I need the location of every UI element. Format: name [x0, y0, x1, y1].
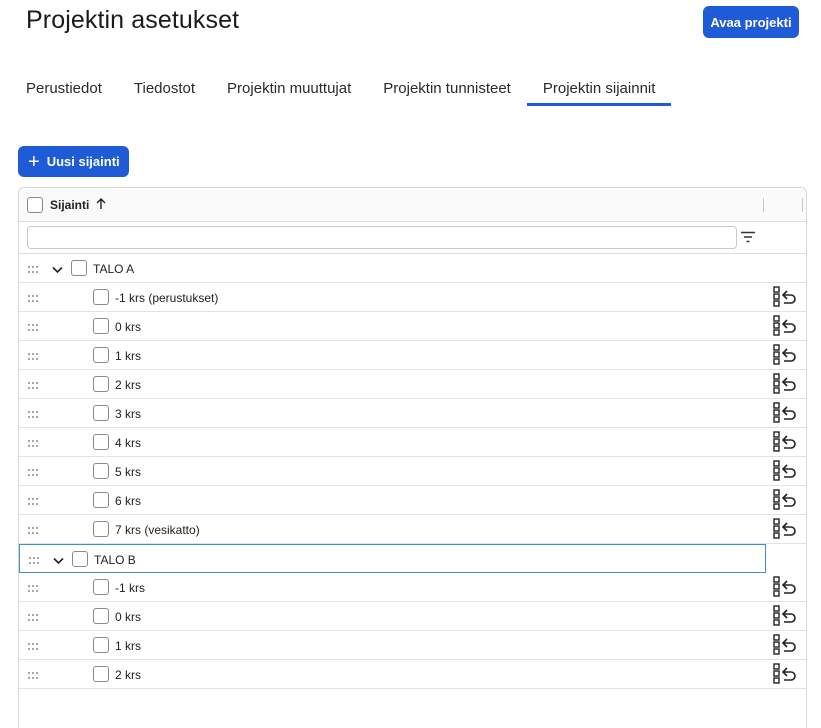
table-row[interactable]: 5 krs [19, 457, 806, 486]
tab-basic-info[interactable]: Perustiedot [10, 70, 118, 106]
drag-handle-icon[interactable] [28, 292, 40, 306]
move-location-icon[interactable] [773, 286, 797, 310]
chevron-down-icon[interactable] [52, 263, 63, 277]
move-location-icon[interactable] [773, 315, 797, 339]
move-location-icon[interactable] [773, 344, 797, 368]
location-name: TALO A [93, 262, 135, 276]
location-name: 7 krs (vesikatto) [115, 523, 200, 537]
row-checkbox[interactable] [93, 637, 109, 653]
drag-handle-icon[interactable] [28, 669, 40, 683]
drag-handle-icon[interactable] [28, 379, 40, 393]
move-location-icon[interactable] [773, 605, 797, 629]
arrow-up-icon[interactable] [95, 197, 107, 213]
location-name: 1 krs [115, 639, 142, 653]
table-row[interactable]: 3 krs [19, 399, 806, 428]
location-name: TALO B [94, 553, 136, 567]
table-row[interactable]: 4 krs [19, 428, 806, 457]
new-location-button[interactable]: + Uusi sijainti [18, 146, 129, 177]
tab-project-tags[interactable]: Projektin tunnisteet [367, 70, 527, 106]
location-name: -1 krs [115, 581, 145, 595]
column-header-location[interactable]: Sijainti [50, 198, 89, 212]
move-location-icon[interactable] [773, 373, 797, 397]
location-name: 4 krs [115, 436, 142, 450]
drag-handle-icon[interactable] [28, 611, 40, 625]
move-location-icon[interactable] [773, 518, 797, 542]
row-checkbox[interactable] [93, 376, 109, 392]
drag-handle-icon[interactable] [29, 554, 41, 568]
location-name: 2 krs [115, 378, 142, 392]
location-name: -1 krs (perustukset) [115, 291, 219, 305]
location-name: 0 krs [115, 320, 142, 334]
table-row[interactable]: 6 krs [19, 486, 806, 515]
group-row[interactable]: TALO A [19, 254, 806, 283]
row-checkbox[interactable] [93, 289, 109, 305]
table-row[interactable]: 7 krs (vesikatto) [19, 515, 806, 544]
move-location-icon[interactable] [773, 576, 797, 600]
move-location-icon[interactable] [773, 489, 797, 513]
location-name: 5 krs [115, 465, 142, 479]
drag-handle-icon[interactable] [28, 640, 40, 654]
row-checkbox[interactable] [71, 260, 87, 276]
row-checkbox[interactable] [93, 608, 109, 624]
column-resize-handle[interactable] [763, 198, 764, 212]
tab-project-locations[interactable]: Projektin sijainnit [526, 70, 672, 106]
grid-body: TALO A -1 krs (perustukset) 0 krs 1 krs … [19, 254, 806, 689]
drag-handle-icon[interactable] [28, 263, 40, 277]
row-checkbox[interactable] [93, 521, 109, 537]
row-checkbox[interactable] [93, 318, 109, 334]
location-filter-input[interactable] [27, 226, 737, 249]
row-checkbox[interactable] [72, 551, 88, 567]
group-row[interactable]: TALO B [19, 544, 766, 573]
move-location-icon[interactable] [773, 634, 797, 658]
grid-header: Sijainti [19, 188, 806, 222]
drag-handle-icon[interactable] [28, 582, 40, 596]
table-row[interactable]: 2 krs [19, 660, 806, 689]
filter-icon[interactable] [741, 230, 755, 248]
tab-files[interactable]: Tiedostot [118, 70, 211, 106]
filter-row [19, 222, 806, 254]
location-name: 0 krs [115, 610, 142, 624]
location-name: 2 krs [115, 668, 142, 682]
location-name: 6 krs [115, 494, 142, 508]
tab-project-variables[interactable]: Projektin muuttujat [211, 70, 367, 106]
row-checkbox[interactable] [93, 434, 109, 450]
drag-handle-icon[interactable] [28, 466, 40, 480]
row-checkbox[interactable] [93, 666, 109, 682]
table-row[interactable]: 1 krs [19, 631, 806, 660]
drag-handle-icon[interactable] [28, 495, 40, 509]
open-project-button[interactable]: Avaa projekti [703, 6, 799, 38]
table-row[interactable]: 0 krs [19, 602, 806, 631]
page-title: Projektin asetukset [26, 6, 240, 34]
location-name: 1 krs [115, 349, 142, 363]
move-location-icon[interactable] [773, 460, 797, 484]
row-checkbox[interactable] [93, 579, 109, 595]
table-row[interactable]: 1 krs [19, 341, 806, 370]
table-row[interactable]: 0 krs [19, 312, 806, 341]
chevron-down-icon[interactable] [53, 554, 64, 568]
drag-handle-icon[interactable] [28, 524, 40, 538]
select-all-checkbox[interactable] [27, 196, 43, 213]
table-row[interactable]: -1 krs [19, 573, 806, 602]
table-row[interactable]: -1 krs (perustukset) [19, 283, 806, 312]
row-checkbox[interactable] [93, 405, 109, 421]
drag-handle-icon[interactable] [28, 321, 40, 335]
move-location-icon[interactable] [773, 663, 797, 687]
move-location-icon[interactable] [773, 431, 797, 455]
row-checkbox[interactable] [93, 492, 109, 508]
row-checkbox[interactable] [93, 463, 109, 479]
location-name: 3 krs [115, 407, 142, 421]
drag-handle-icon[interactable] [28, 350, 40, 364]
locations-grid: Sijainti TALO A -1 krs (perustukset) 0 k… [18, 187, 807, 728]
new-location-label: Uusi sijainti [46, 154, 120, 169]
column-resize-handle[interactable] [802, 198, 803, 212]
settings-tabs: Perustiedot Tiedostot Projektin muuttuja… [10, 70, 671, 106]
plus-icon: + [28, 150, 40, 173]
drag-handle-icon[interactable] [28, 408, 40, 422]
move-location-icon[interactable] [773, 402, 797, 426]
row-checkbox[interactable] [93, 347, 109, 363]
table-row[interactable]: 2 krs [19, 370, 806, 399]
drag-handle-icon[interactable] [28, 437, 40, 451]
